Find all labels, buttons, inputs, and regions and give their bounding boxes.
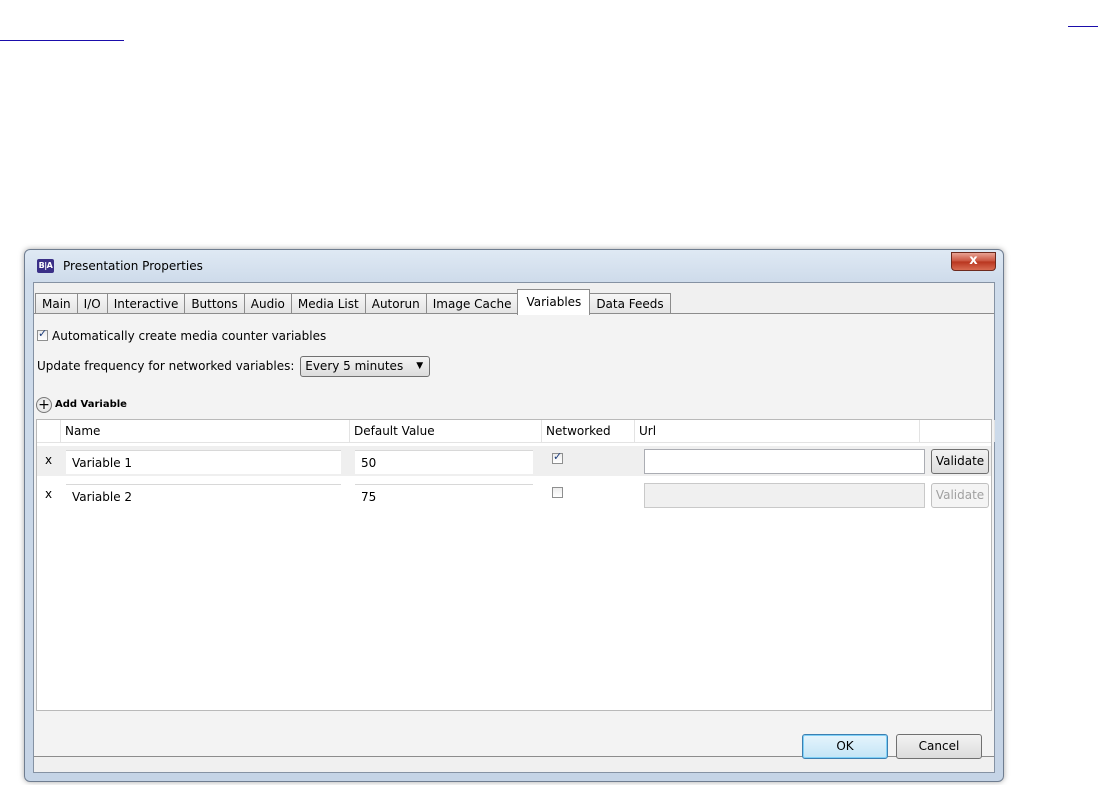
column-header-name: Name <box>61 420 350 442</box>
tab-variables[interactable]: Variables <box>517 289 591 315</box>
tab-main[interactable]: Main <box>35 293 77 314</box>
default-value-input[interactable]: 75 <box>355 484 533 508</box>
auto-create-checkbox[interactable] <box>37 327 48 341</box>
tab-autorun[interactable]: Autorun <box>364 293 426 314</box>
dialog-client-area: Main I/O Interactive Buttons Audio Media… <box>33 282 995 773</box>
dialog-title: Presentation Properties <box>63 259 203 273</box>
delete-variable-button[interactable]: x <box>45 487 52 501</box>
update-frequency-row: Update frequency for networked variables… <box>37 356 431 377</box>
close-button[interactable]: x <box>951 252 996 271</box>
networked-checkbox[interactable] <box>552 450 563 464</box>
tab-data-feeds[interactable]: Data Feeds <box>590 293 671 314</box>
validate-button[interactable]: Validate <box>931 449 989 474</box>
ok-button[interactable]: OK <box>802 734 888 759</box>
column-header-networked: Networked <box>542 420 635 442</box>
update-frequency-value: Every 5 minutes <box>305 359 404 373</box>
dropdown-arrow-icon: ▼ <box>416 361 424 371</box>
tab-audio[interactable]: Audio <box>243 293 291 314</box>
add-variable-button[interactable]: + Add Variable <box>36 395 127 413</box>
cancel-button[interactable]: Cancel <box>896 734 982 759</box>
column-header-default-value: Default Value <box>350 420 542 442</box>
url-input[interactable] <box>644 449 925 474</box>
auto-create-row: Automatically create media counter varia… <box>37 327 327 343</box>
url-input <box>644 483 925 508</box>
table-row: x Variable 2 75 Validate <box>37 480 991 510</box>
presentation-properties-dialog: B|A Presentation Properties x Main I/O I… <box>24 249 1004 782</box>
add-variable-label: Add Variable <box>55 398 127 410</box>
table-row: x Variable 1 50 Validate <box>37 446 991 476</box>
variable-name-input[interactable]: Variable 1 <box>66 450 341 474</box>
tab-media-list[interactable]: Media List <box>290 293 365 314</box>
variables-panel: Automatically create media counter varia… <box>34 313 995 757</box>
title-bar: B|A Presentation Properties x <box>25 250 1003 282</box>
plus-icon: + <box>36 396 52 413</box>
header-spacer <box>37 420 61 442</box>
app-icon: B|A <box>37 259 54 273</box>
tab-io[interactable]: I/O <box>76 293 107 314</box>
tab-buttons[interactable]: Buttons <box>184 293 244 314</box>
tab-interactive[interactable]: Interactive <box>106 293 185 314</box>
column-header-actions <box>920 420 995 442</box>
variable-name-input[interactable]: Variable 2 <box>66 484 341 508</box>
default-value-input[interactable]: 50 <box>355 450 533 474</box>
grid-header: Name Default Value Networked Url <box>37 420 995 443</box>
page-link-top-right[interactable] <box>1068 8 1098 27</box>
tab-strip: Main I/O Interactive Buttons Audio Media… <box>35 289 671 315</box>
delete-variable-button[interactable]: x <box>45 453 52 467</box>
networked-checkbox[interactable] <box>552 487 563 498</box>
update-frequency-label: Update frequency for networked variables… <box>37 359 295 373</box>
update-frequency-select[interactable]: Every 5 minutes ▼ <box>300 356 431 377</box>
validate-button: Validate <box>931 483 989 508</box>
auto-create-label: Automatically create media counter varia… <box>52 328 327 343</box>
column-header-url: Url <box>635 420 920 442</box>
page-link-top-left[interactable] <box>0 28 124 41</box>
tab-image-cache[interactable]: Image Cache <box>425 293 518 314</box>
variables-grid: Name Default Value Networked Url x Varia… <box>36 419 995 711</box>
